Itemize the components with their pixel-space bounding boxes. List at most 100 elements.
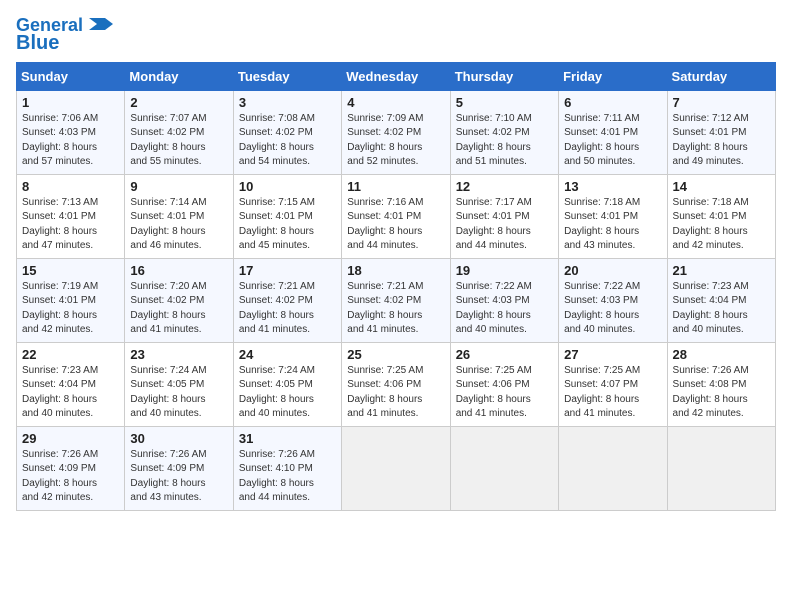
day-info: Sunrise: 7:08 AM Sunset: 4:02 PM Dayligh… bbox=[239, 112, 336, 170]
calendar-week-row: 8Sunrise: 7:13 AM Sunset: 4:01 PM Daylig… bbox=[17, 174, 776, 258]
day-info: Sunrise: 7:24 AM Sunset: 4:05 PM Dayligh… bbox=[239, 364, 336, 422]
calendar-day-cell bbox=[342, 426, 450, 510]
day-number: 5 bbox=[456, 95, 553, 110]
day-info: Sunrise: 7:22 AM Sunset: 4:03 PM Dayligh… bbox=[564, 280, 661, 338]
day-number: 28 bbox=[673, 347, 770, 362]
day-number: 20 bbox=[564, 263, 661, 278]
day-info: Sunrise: 7:17 AM Sunset: 4:01 PM Dayligh… bbox=[456, 196, 553, 254]
calendar-day-cell: 13 Sunrise: 7:18 AM Sunset: 4:01 PM Dayli… bbox=[559, 174, 667, 258]
calendar-day-cell: 26 Sunrise: 7:25 AM Sunset: 4:06 PM Dayli… bbox=[450, 342, 558, 426]
weekday-header-cell: Tuesday bbox=[233, 62, 341, 90]
day-number: 9 bbox=[130, 179, 227, 194]
day-number: 13 bbox=[564, 179, 661, 194]
day-number: 19 bbox=[456, 263, 553, 278]
day-info: Sunrise: 7:22 AM Sunset: 4:03 PM Dayligh… bbox=[456, 280, 553, 338]
day-info: Sunrise: 7:26 AM Sunset: 4:09 PM Dayligh… bbox=[22, 448, 119, 506]
calendar-day-cell: 1Sunrise: 7:06 AM Sunset: 4:03 PM Daylig… bbox=[17, 90, 125, 174]
weekday-header-cell: Saturday bbox=[667, 62, 775, 90]
day-info: Sunrise: 7:26 AM Sunset: 4:09 PM Dayligh… bbox=[130, 448, 227, 506]
day-number: 7 bbox=[673, 95, 770, 110]
calendar-day-cell: 15 Sunrise: 7:19 AM Sunset: 4:01 PM Dayli… bbox=[17, 258, 125, 342]
calendar-week-row: 1Sunrise: 7:06 AM Sunset: 4:03 PM Daylig… bbox=[17, 90, 776, 174]
calendar-day-cell: 21 Sunrise: 7:23 AM Sunset: 4:04 PM Dayli… bbox=[667, 258, 775, 342]
weekday-header-cell: Monday bbox=[125, 62, 233, 90]
day-info: Sunrise: 7:25 AM Sunset: 4:07 PM Dayligh… bbox=[564, 364, 661, 422]
page-header: General Blue bbox=[16, 16, 776, 54]
calendar-day-cell: 31 Sunrise: 7:26 AM Sunset: 4:10 PM Dayli… bbox=[233, 426, 341, 510]
day-number: 24 bbox=[239, 347, 336, 362]
day-info: Sunrise: 7:18 AM Sunset: 4:01 PM Dayligh… bbox=[673, 196, 770, 254]
calendar-day-cell: 12 Sunrise: 7:17 AM Sunset: 4:01 PM Dayli… bbox=[450, 174, 558, 258]
calendar-day-cell bbox=[450, 426, 558, 510]
calendar-day-cell: 29 Sunrise: 7:26 AM Sunset: 4:09 PM Dayli… bbox=[17, 426, 125, 510]
calendar-week-row: 15 Sunrise: 7:19 AM Sunset: 4:01 PM Dayli… bbox=[17, 258, 776, 342]
day-info: Sunrise: 7:13 AM Sunset: 4:01 PM Dayligh… bbox=[22, 196, 119, 254]
weekday-header-cell: Friday bbox=[559, 62, 667, 90]
weekday-header-cell: Wednesday bbox=[342, 62, 450, 90]
logo: General Blue bbox=[16, 16, 113, 54]
day-number: 22 bbox=[22, 347, 119, 362]
day-info: Sunrise: 7:11 AM Sunset: 4:01 PM Dayligh… bbox=[564, 112, 661, 170]
calendar-day-cell: 10 Sunrise: 7:15 AM Sunset: 4:01 PM Dayli… bbox=[233, 174, 341, 258]
day-info: Sunrise: 7:24 AM Sunset: 4:05 PM Dayligh… bbox=[130, 364, 227, 422]
day-number: 23 bbox=[130, 347, 227, 362]
calendar-day-cell: 27 Sunrise: 7:25 AM Sunset: 4:07 PM Dayli… bbox=[559, 342, 667, 426]
calendar-day-cell: 3 Sunrise: 7:08 AM Sunset: 4:02 PM Daylig… bbox=[233, 90, 341, 174]
calendar-day-cell: 18Sunrise: 7:21 AM Sunset: 4:02 PM Dayli… bbox=[342, 258, 450, 342]
weekday-header-cell: Sunday bbox=[17, 62, 125, 90]
day-info: Sunrise: 7:26 AM Sunset: 4:10 PM Dayligh… bbox=[239, 448, 336, 506]
day-number: 15 bbox=[22, 263, 119, 278]
day-info: Sunrise: 7:10 AM Sunset: 4:02 PM Dayligh… bbox=[456, 112, 553, 170]
calendar-body: 1Sunrise: 7:06 AM Sunset: 4:03 PM Daylig… bbox=[17, 90, 776, 510]
calendar-day-cell: 17 Sunrise: 7:21 AM Sunset: 4:02 PM Dayli… bbox=[233, 258, 341, 342]
day-info: Sunrise: 7:25 AM Sunset: 4:06 PM Dayligh… bbox=[347, 364, 444, 422]
calendar-day-cell: 14Sunrise: 7:18 AM Sunset: 4:01 PM Dayli… bbox=[667, 174, 775, 258]
calendar-table: SundayMondayTuesdayWednesdayThursdayFrid… bbox=[16, 62, 776, 511]
calendar-day-cell: 24 Sunrise: 7:24 AM Sunset: 4:05 PM Dayli… bbox=[233, 342, 341, 426]
calendar-day-cell: 9Sunrise: 7:14 AM Sunset: 4:01 PM Daylig… bbox=[125, 174, 233, 258]
day-number: 21 bbox=[673, 263, 770, 278]
day-number: 26 bbox=[456, 347, 553, 362]
day-number: 29 bbox=[22, 431, 119, 446]
day-info: Sunrise: 7:20 AM Sunset: 4:02 PM Dayligh… bbox=[130, 280, 227, 338]
day-number: 3 bbox=[239, 95, 336, 110]
calendar-week-row: 29 Sunrise: 7:26 AM Sunset: 4:09 PM Dayli… bbox=[17, 426, 776, 510]
calendar-day-cell: 19 Sunrise: 7:22 AM Sunset: 4:03 PM Dayli… bbox=[450, 258, 558, 342]
calendar-day-cell: 25 Sunrise: 7:25 AM Sunset: 4:06 PM Dayli… bbox=[342, 342, 450, 426]
calendar-day-cell: 8Sunrise: 7:13 AM Sunset: 4:01 PM Daylig… bbox=[17, 174, 125, 258]
calendar-day-cell: 20 Sunrise: 7:22 AM Sunset: 4:03 PM Dayli… bbox=[559, 258, 667, 342]
day-info: Sunrise: 7:07 AM Sunset: 4:02 PM Dayligh… bbox=[130, 112, 227, 170]
day-info: Sunrise: 7:18 AM Sunset: 4:01 PM Dayligh… bbox=[564, 196, 661, 254]
day-info: Sunrise: 7:23 AM Sunset: 4:04 PM Dayligh… bbox=[22, 364, 119, 422]
day-number: 6 bbox=[564, 95, 661, 110]
calendar-day-cell: 7Sunrise: 7:12 AM Sunset: 4:01 PM Daylig… bbox=[667, 90, 775, 174]
calendar-day-cell: 5 Sunrise: 7:10 AM Sunset: 4:02 PM Daylig… bbox=[450, 90, 558, 174]
weekday-header-cell: Thursday bbox=[450, 62, 558, 90]
day-info: Sunrise: 7:15 AM Sunset: 4:01 PM Dayligh… bbox=[239, 196, 336, 254]
calendar-day-cell: 2 Sunrise: 7:07 AM Sunset: 4:02 PM Daylig… bbox=[125, 90, 233, 174]
day-info: Sunrise: 7:09 AM Sunset: 4:02 PM Dayligh… bbox=[347, 112, 444, 170]
day-number: 27 bbox=[564, 347, 661, 362]
day-info: Sunrise: 7:06 AM Sunset: 4:03 PM Dayligh… bbox=[22, 112, 119, 170]
day-info: Sunrise: 7:21 AM Sunset: 4:02 PM Dayligh… bbox=[239, 280, 336, 338]
calendar-day-cell: 30Sunrise: 7:26 AM Sunset: 4:09 PM Dayli… bbox=[125, 426, 233, 510]
day-number: 18 bbox=[347, 263, 444, 278]
day-info: Sunrise: 7:26 AM Sunset: 4:08 PM Dayligh… bbox=[673, 364, 770, 422]
day-number: 16 bbox=[130, 263, 227, 278]
day-info: Sunrise: 7:25 AM Sunset: 4:06 PM Dayligh… bbox=[456, 364, 553, 422]
day-number: 2 bbox=[130, 95, 227, 110]
logo-text-blue: Blue bbox=[16, 32, 59, 54]
day-number: 12 bbox=[456, 179, 553, 194]
logo-arrow-icon bbox=[85, 14, 113, 34]
day-number: 25 bbox=[347, 347, 444, 362]
day-info: Sunrise: 7:23 AM Sunset: 4:04 PM Dayligh… bbox=[673, 280, 770, 338]
calendar-day-cell: 22 Sunrise: 7:23 AM Sunset: 4:04 PM Dayli… bbox=[17, 342, 125, 426]
day-number: 11 bbox=[347, 179, 444, 194]
calendar-day-cell: 4 Sunrise: 7:09 AM Sunset: 4:02 PM Daylig… bbox=[342, 90, 450, 174]
day-number: 17 bbox=[239, 263, 336, 278]
calendar-week-row: 22 Sunrise: 7:23 AM Sunset: 4:04 PM Dayli… bbox=[17, 342, 776, 426]
day-number: 4 bbox=[347, 95, 444, 110]
day-info: Sunrise: 7:19 AM Sunset: 4:01 PM Dayligh… bbox=[22, 280, 119, 338]
day-number: 31 bbox=[239, 431, 336, 446]
day-number: 10 bbox=[239, 179, 336, 194]
